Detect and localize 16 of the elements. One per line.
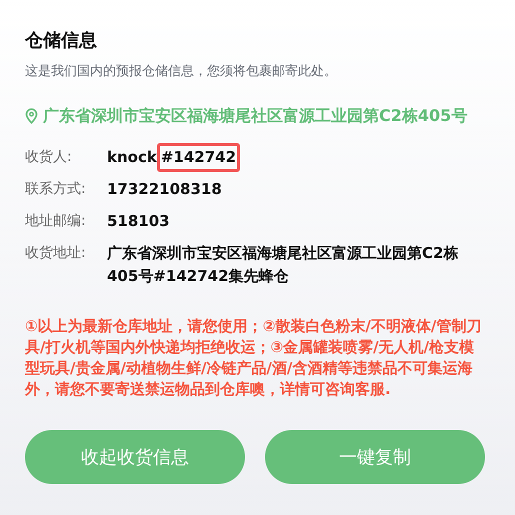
description-text: 这是我们国内的预报仓储信息，您须将包裹邮寄此处。 [25, 63, 338, 81]
field-value: 广东省深圳市宝安区福海塘尾社区富源工业园第C2栋405号#142742集先蜂仓 [107, 243, 460, 287]
field-label: 收货地址: [25, 244, 87, 263]
field-label: 地址邮编: [25, 212, 87, 231]
field-value: 518103 [107, 211, 170, 232]
field-value: 17322108318 [107, 179, 222, 200]
warning-notice: ①以上为最新仓库地址，请您使用；②散装白色粉末/不明液体/管制刀具/打火机等国内外快递均拒绝收运；③金属罐装喷雾/无人机/枪支模型玩具/贵金属/动植物生鲜/冷链产品/酒/含酒精等违禁品不可集运海外，请您不要寄送禁运物品到仓库噢，详情可咨询客服. [25, 316, 482, 400]
field-value: knock [107, 147, 157, 168]
warehouse-address: 广东省深圳市宝安区福海塘尾社区富源工业园第C2栋405号 [43, 105, 468, 127]
collapse-button[interactable]: 收起收货信息 [25, 430, 245, 484]
section-title: 仓储信息 [25, 29, 98, 53]
field-label: 联系方式: [25, 180, 87, 199]
copy-button[interactable]: 一键复制 [265, 430, 485, 484]
field-label: 收货人: [25, 148, 73, 167]
location-pin-icon [25, 108, 38, 124]
highlighted-code: #142742 [156, 143, 240, 172]
